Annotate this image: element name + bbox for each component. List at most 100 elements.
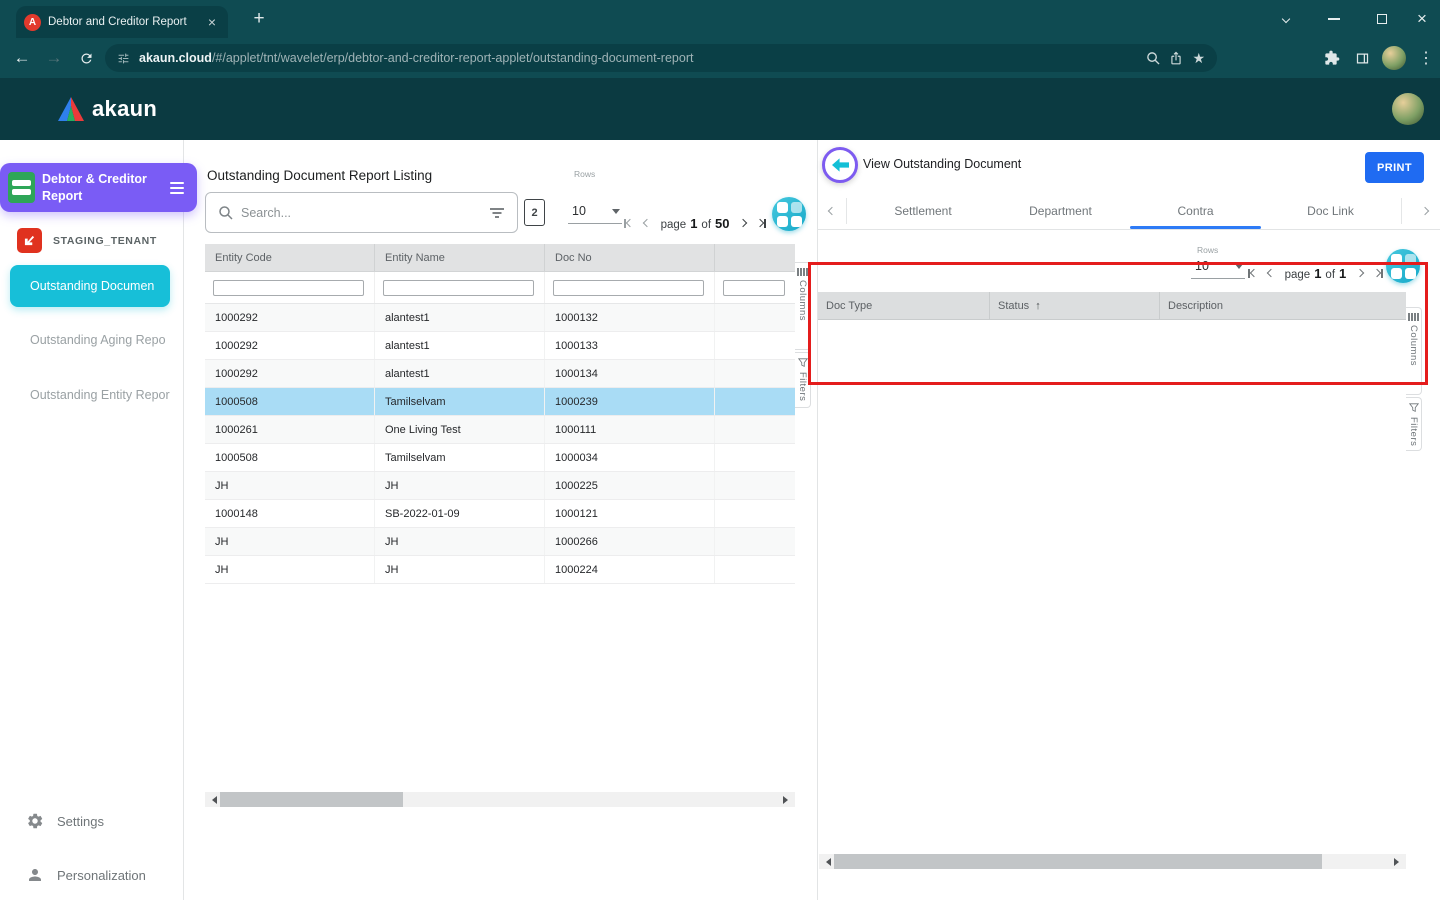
prev-page-button[interactable]	[1268, 270, 1274, 276]
logo-text: akaun	[92, 96, 157, 122]
scroll-left-arrow[interactable]	[819, 854, 834, 869]
rows-per-page-select[interactable]: 10	[568, 202, 622, 224]
column-header-doc-no[interactable]: Doc No	[545, 244, 715, 271]
first-page-button[interactable]	[624, 219, 633, 228]
tab-doc-link[interactable]: Doc Link	[1263, 192, 1398, 230]
multi-page-icon[interactable]: 2	[524, 199, 545, 226]
filter-input-entity-name[interactable]	[383, 280, 534, 296]
column-header-entity-code[interactable]: Entity Code	[205, 244, 375, 271]
filter-lines-icon[interactable]	[489, 207, 505, 219]
tenant-row[interactable]: STAGING_TENANT	[17, 228, 157, 253]
sidebar: Debtor & Creditor Report STAGING_TENANT …	[0, 140, 184, 900]
sidebar-collapse-icon[interactable]	[162, 173, 192, 203]
table-header-row: Entity Code Entity Name Doc No	[205, 244, 795, 272]
column-header-entity-name[interactable]: Entity Name	[375, 244, 545, 271]
gear-icon	[26, 812, 44, 830]
sidebar-item-outstanding-entity[interactable]: Outstanding Entity Repor	[30, 388, 182, 402]
filters-side-tab[interactable]: Filters	[795, 352, 811, 408]
bookmark-star-icon[interactable]: ★	[1192, 50, 1205, 67]
table-row[interactable]: JHJH1000225	[205, 472, 795, 500]
table-row[interactable]: 1000261One Living Test1000111	[205, 416, 795, 444]
sidebar-item-outstanding-aging[interactable]: Outstanding Aging Repo	[30, 333, 182, 347]
scrollbar-thumb[interactable]	[220, 792, 403, 807]
scroll-right-arrow[interactable]	[780, 792, 795, 807]
table-row[interactable]: 1000508Tamilselvam1000034	[205, 444, 795, 472]
tabs-scroll-right-icon[interactable]	[1415, 192, 1435, 230]
settings-label: Settings	[57, 814, 104, 829]
akaun-logo[interactable]: akaun	[58, 96, 157, 122]
active-tab-underline	[1130, 226, 1261, 229]
columns-side-tab[interactable]: Columns	[1406, 307, 1422, 395]
browser-menu-dots-icon[interactable]: ⋮	[1412, 38, 1440, 78]
browser-tab[interactable]: A Debtor and Creditor Report ×	[16, 6, 228, 38]
table-row[interactable]: 1000292alantest11000132	[205, 304, 795, 332]
tab-close-icon[interactable]: ×	[204, 14, 220, 30]
prev-page-button[interactable]	[644, 220, 650, 226]
table-row-selected[interactable]: 1000508Tamilselvam1000239	[205, 388, 795, 416]
next-page-button[interactable]	[1357, 270, 1363, 276]
side-panel-icon[interactable]	[1348, 38, 1376, 78]
browser-profile-avatar[interactable]	[1382, 46, 1406, 70]
debtor-applet-icon	[8, 172, 35, 203]
zoom-icon[interactable]	[1146, 51, 1160, 65]
listing-horizontal-scrollbar[interactable]	[205, 792, 795, 807]
table-row[interactable]: 1000292alantest11000133	[205, 332, 795, 360]
user-avatar[interactable]	[1392, 93, 1424, 125]
column-header-doc-type[interactable]: Doc Type	[818, 292, 990, 319]
table-row[interactable]: 1000292alantest11000134	[205, 360, 795, 388]
site-settings-icon[interactable]	[117, 52, 130, 65]
print-button[interactable]: PRINT	[1365, 152, 1424, 183]
next-page-button[interactable]	[740, 220, 746, 226]
forward-nav-icon[interactable]: →	[40, 38, 68, 78]
tabs-scroll-left-icon[interactable]	[822, 192, 842, 230]
filters-side-tab[interactable]: Filters	[1406, 397, 1422, 451]
grid-view-button[interactable]	[1386, 249, 1420, 283]
share-icon[interactable]	[1169, 51, 1183, 65]
favicon-icon: A	[24, 14, 41, 31]
scroll-right-arrow[interactable]	[1391, 854, 1406, 869]
settings-button[interactable]: Settings	[26, 812, 104, 830]
refresh-icon[interactable]	[72, 38, 100, 78]
extensions-puzzle-icon[interactable]	[1318, 38, 1346, 78]
applet-button[interactable]: Debtor & Creditor Report	[0, 163, 197, 212]
back-nav-icon[interactable]: ←	[8, 38, 36, 78]
columns-side-tab[interactable]: Columns	[795, 262, 811, 350]
last-page-button[interactable]	[757, 219, 766, 228]
funnel-icon	[798, 358, 808, 368]
column-header-status[interactable]: Status↑	[990, 292, 1160, 319]
personalization-button[interactable]: Personalization	[26, 866, 146, 884]
akaun-logo-icon	[58, 97, 84, 121]
personalization-label: Personalization	[57, 868, 146, 883]
scrollbar-thumb[interactable]	[834, 854, 1322, 869]
tab-contra[interactable]: Contra	[1128, 192, 1263, 230]
filter-input-clipped[interactable]	[723, 280, 785, 296]
funnel-icon	[1409, 403, 1419, 413]
person-icon	[26, 866, 44, 884]
caret-down-icon	[1235, 264, 1243, 269]
sidebar-item-outstanding-document[interactable]: Outstanding Documen	[10, 265, 170, 307]
rows-per-page-select[interactable]: 10	[1191, 257, 1245, 279]
last-page-button[interactable]	[1374, 269, 1383, 278]
table-row[interactable]: JHJH1000224	[205, 556, 795, 584]
first-page-button[interactable]	[1248, 269, 1257, 278]
tab-title: Debtor and Creditor Report	[48, 16, 197, 28]
detail-horizontal-scrollbar[interactable]	[819, 854, 1406, 869]
back-button[interactable]	[822, 147, 858, 183]
filter-input-doc-no[interactable]	[553, 280, 704, 296]
table-row[interactable]: 1000148SB-2022-01-091000121	[205, 500, 795, 528]
search-input[interactable]	[241, 206, 481, 220]
window-close-button[interactable]: ×	[1408, 0, 1436, 38]
tab-search-chevron-icon[interactable]	[1272, 0, 1300, 38]
filter-input-entity-code[interactable]	[213, 280, 364, 296]
new-tab-button[interactable]: +	[246, 6, 272, 32]
omnibox[interactable]: akaun.cloud/#/applet/tnt/wavelet/erp/deb…	[105, 44, 1217, 72]
minimize-button[interactable]	[1320, 0, 1348, 38]
table-row[interactable]: JHJH1000266	[205, 528, 795, 556]
grid-view-button[interactable]	[772, 197, 806, 231]
column-header-description[interactable]: Description	[1160, 292, 1406, 319]
listing-pagination: page1of50	[624, 210, 766, 236]
maximize-button[interactable]	[1368, 0, 1396, 38]
scroll-left-arrow[interactable]	[205, 792, 220, 807]
tab-department[interactable]: Department	[993, 192, 1128, 230]
tab-settlement[interactable]: Settlement	[858, 192, 988, 230]
